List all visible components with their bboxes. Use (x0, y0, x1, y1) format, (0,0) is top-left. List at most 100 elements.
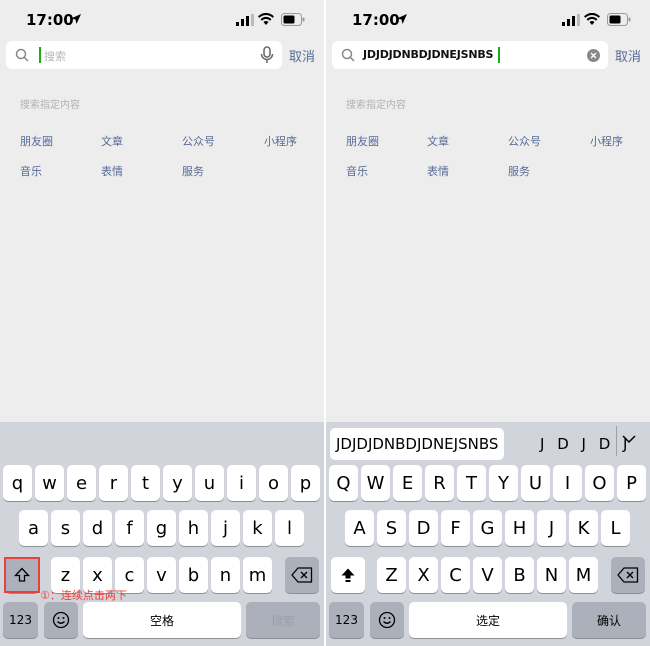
numbers-key[interactable]: 123 (3, 602, 38, 638)
key-r[interactable]: R (425, 465, 454, 501)
shift-key-caps-lock[interactable] (331, 557, 365, 593)
key-h[interactable]: H (505, 510, 534, 546)
key-q[interactable]: q (3, 465, 32, 501)
key-m[interactable]: M (569, 557, 598, 593)
suggestion-secondary[interactable]: J D J D J (540, 435, 631, 453)
key-u[interactable]: U (521, 465, 550, 501)
key-i[interactable]: i (227, 465, 256, 501)
confirm-key[interactable]: 确认 (572, 602, 646, 638)
clear-icon[interactable] (587, 49, 600, 62)
search-icon (341, 48, 355, 62)
battery-icon (607, 13, 631, 26)
status-bar: 17:00 (326, 0, 650, 40)
key-n[interactable]: N (537, 557, 566, 593)
key-t[interactable]: t (131, 465, 160, 501)
key-l[interactable]: L (601, 510, 630, 546)
key-o[interactable]: O (585, 465, 614, 501)
category-mini-programs[interactable]: 小程序 (264, 133, 297, 149)
key-b[interactable]: B (505, 557, 534, 593)
key-b[interactable]: b (179, 557, 208, 593)
signal-icon (562, 14, 580, 26)
key-v[interactable]: V (473, 557, 502, 593)
key-p[interactable]: P (617, 465, 646, 501)
key-f[interactable]: F (441, 510, 470, 546)
key-o[interactable]: o (259, 465, 288, 501)
category-stickers[interactable]: 表情 (101, 163, 123, 179)
status-bar: 17:00 (0, 0, 324, 40)
category-moments[interactable]: 朋友圈 (346, 133, 379, 149)
search-placeholder: 搜索 (44, 50, 66, 63)
category-mini-programs[interactable]: 小程序 (590, 133, 623, 149)
text-cursor (498, 47, 500, 63)
key-z[interactable]: Z (377, 557, 406, 593)
key-e[interactable]: E (393, 465, 422, 501)
key-j[interactable]: J (537, 510, 566, 546)
key-s[interactable]: S (377, 510, 406, 546)
backspace-key[interactable] (285, 557, 319, 593)
key-d[interactable]: D (409, 510, 438, 546)
key-i[interactable]: I (553, 465, 582, 501)
key-q[interactable]: Q (329, 465, 358, 501)
category-moments[interactable]: 朋友圈 (20, 133, 53, 149)
annotation-text: ①：连续点击两下 (40, 589, 127, 602)
section-title: 搜索指定内容 (20, 100, 80, 111)
emoji-key[interactable] (370, 602, 404, 638)
search-icon (15, 48, 29, 62)
category-articles[interactable]: 文章 (101, 133, 123, 149)
category-official-accounts[interactable]: 公众号 (182, 133, 215, 149)
chevron-down-icon[interactable] (622, 434, 636, 444)
category-articles[interactable]: 文章 (427, 133, 449, 149)
category-services[interactable]: 服务 (182, 163, 204, 179)
key-e[interactable]: e (67, 465, 96, 501)
key-f[interactable]: f (115, 510, 144, 546)
backspace-key[interactable] (611, 557, 645, 593)
suggestion-bar: JDJDJDNBDJDNEJSNBS J D J D J (326, 422, 650, 462)
key-l[interactable]: l (275, 510, 304, 546)
location-arrow-icon (397, 14, 407, 24)
key-r[interactable]: r (99, 465, 128, 501)
category-music[interactable]: 音乐 (346, 163, 368, 179)
category-stickers[interactable]: 表情 (427, 163, 449, 179)
key-h[interactable]: h (179, 510, 208, 546)
status-time: 17:00 (352, 11, 400, 29)
search-key[interactable]: 搜索 (246, 602, 320, 638)
key-a[interactable]: A (345, 510, 374, 546)
key-c[interactable]: C (441, 557, 470, 593)
key-u[interactable]: u (195, 465, 224, 501)
category-music[interactable]: 音乐 (20, 163, 42, 179)
key-k[interactable]: k (243, 510, 272, 546)
key-g[interactable]: G (473, 510, 502, 546)
search-input[interactable]: JDJDJDNBDJDNEJSNBS (332, 41, 608, 69)
key-y[interactable]: y (163, 465, 192, 501)
cancel-button[interactable]: 取消 (615, 46, 641, 65)
mic-icon[interactable] (260, 46, 274, 64)
key-m[interactable]: m (243, 557, 272, 593)
key-x[interactable]: X (409, 557, 438, 593)
key-j[interactable]: j (211, 510, 240, 546)
suggestion-primary[interactable]: JDJDJDNBDJDNEJSNBS (330, 428, 505, 460)
keyboard: q w e r t y u i o p a s d f g h j k l z … (0, 422, 324, 646)
backspace-icon (617, 567, 639, 583)
category-services[interactable]: 服务 (508, 163, 530, 179)
key-p[interactable]: p (291, 465, 320, 501)
search-input[interactable]: 搜索 (6, 41, 282, 69)
key-n[interactable]: n (211, 557, 240, 593)
key-v[interactable]: v (147, 557, 176, 593)
numbers-key[interactable]: 123 (329, 602, 364, 638)
select-key[interactable]: 选定 (409, 602, 567, 638)
key-t[interactable]: T (457, 465, 486, 501)
key-y[interactable]: Y (489, 465, 518, 501)
key-w[interactable]: w (35, 465, 64, 501)
key-a[interactable]: a (19, 510, 48, 546)
key-k[interactable]: K (569, 510, 598, 546)
key-s[interactable]: s (51, 510, 80, 546)
cancel-button[interactable]: 取消 (289, 46, 315, 65)
key-g[interactable]: g (147, 510, 176, 546)
emoji-key[interactable] (44, 602, 78, 638)
space-key[interactable]: 空格 (83, 602, 241, 638)
key-w[interactable]: W (361, 465, 390, 501)
category-official-accounts[interactable]: 公众号 (508, 133, 541, 149)
key-d[interactable]: d (83, 510, 112, 546)
search-value: JDJDJDNBDJDNEJSNBS (363, 48, 494, 61)
screen-after: 17:00 JDJDJDNBDJDNEJSNBS 取消 搜索指定内容 朋友圈 文… (326, 0, 650, 646)
